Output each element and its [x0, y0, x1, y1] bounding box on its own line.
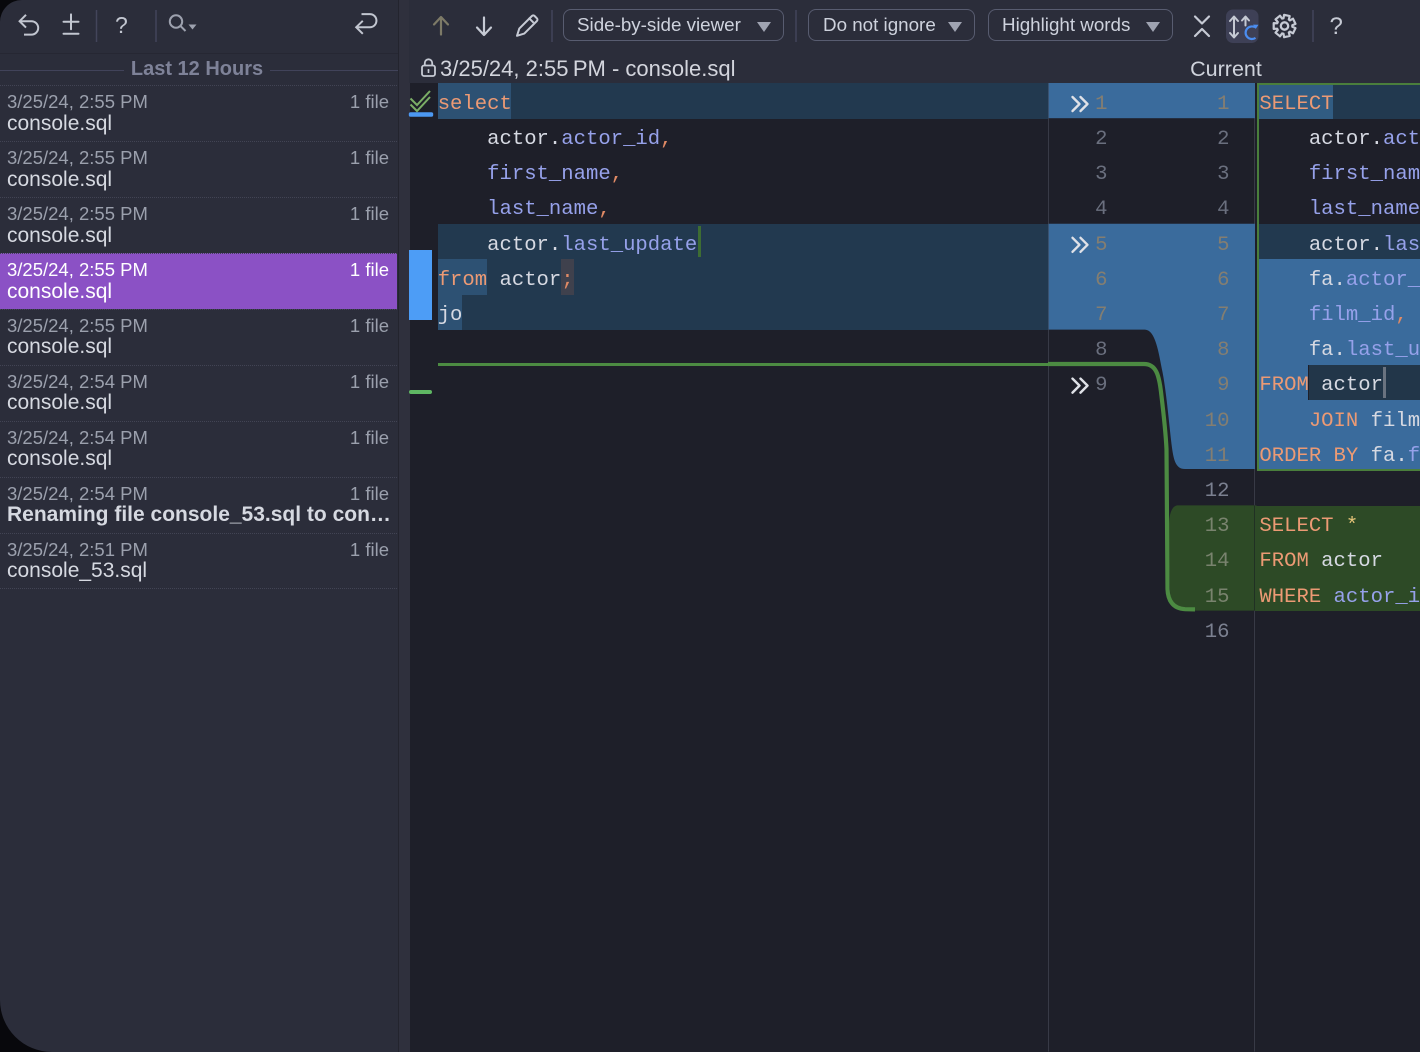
svg-text:?: ? [1329, 13, 1342, 40]
svg-text:?: ? [115, 12, 128, 38]
